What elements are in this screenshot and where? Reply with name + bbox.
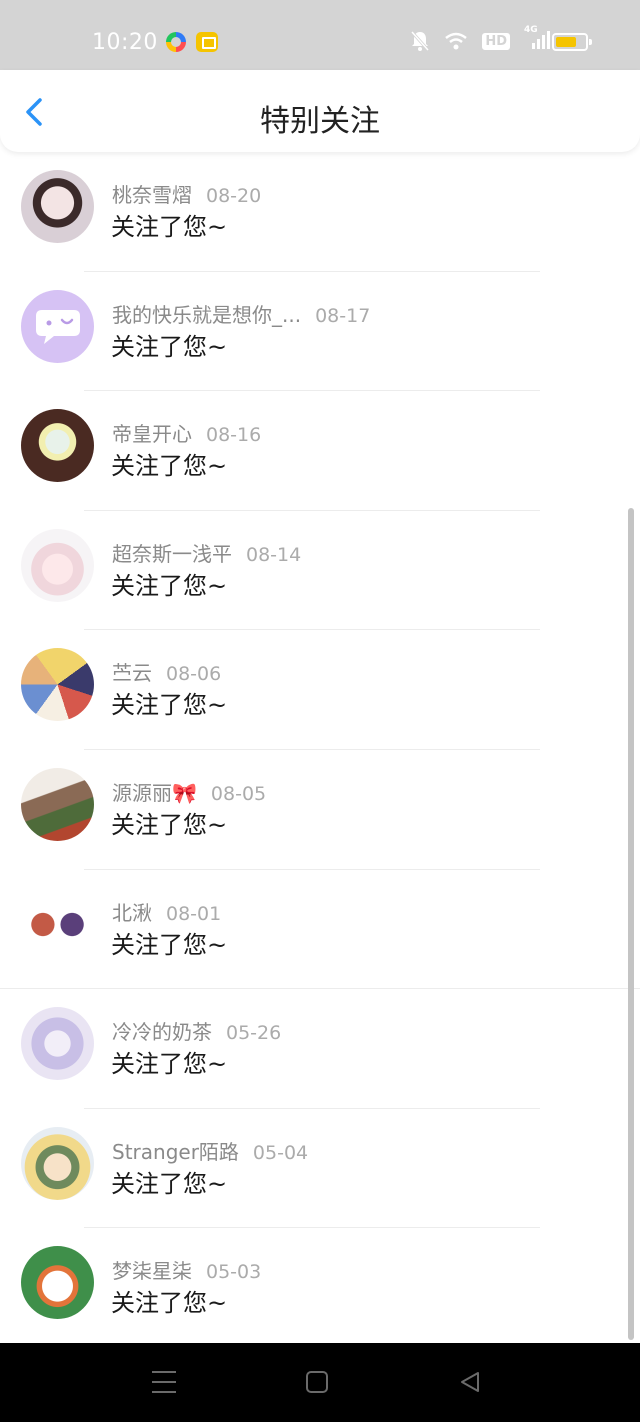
user-name[interactable]: 梦柒星柒 <box>112 1259 192 1283</box>
navigation-bar <box>0 1343 640 1422</box>
bell-muted-icon <box>410 30 430 52</box>
follow-date: 08-16 <box>206 424 262 447</box>
avatar[interactable] <box>21 648 94 722</box>
follow-message: 关注了您~ <box>111 1289 228 1318</box>
user-name[interactable]: Stranger陌路 <box>112 1140 239 1164</box>
follow-message: 关注了您~ <box>111 332 228 361</box>
list-item[interactable]: Stranger陌路 05-04 关注了您~ <box>0 1109 640 1229</box>
avatar[interactable] <box>21 170 94 243</box>
list-item[interactable]: 超奈斯一浅平 08-14 关注了您~ <box>0 511 640 631</box>
user-name[interactable]: 北湫 <box>112 901 152 925</box>
hd-badge: HD <box>482 32 510 50</box>
list-item[interactable]: 我的快乐就是想你_... 08-17 关注了您~ <box>0 272 640 392</box>
avatar[interactable] <box>21 409 94 483</box>
avatar[interactable] <box>21 887 94 961</box>
avatar[interactable] <box>21 528 94 602</box>
follow-message: 关注了您~ <box>111 930 228 959</box>
menu-icon[interactable] <box>152 1371 176 1393</box>
home-icon[interactable] <box>306 1371 328 1393</box>
follow-message: 关注了您~ <box>111 1169 228 1198</box>
back-triangle-icon[interactable] <box>458 1370 482 1394</box>
avatar[interactable] <box>21 1126 94 1200</box>
follow-date: 08-20 <box>206 185 262 207</box>
wifi-icon <box>444 32 468 50</box>
follow-date: 05-04 <box>252 1141 309 1164</box>
follow-date: 05-03 <box>206 1261 262 1284</box>
status-time: 10:20 <box>92 30 158 55</box>
follow-list: 桃奈雪熠 08-20 关注了您~ 我的快乐就是想你_... 08-17 关注了您~ … <box>0 152 640 1348</box>
avatar[interactable] <box>21 767 94 841</box>
user-name[interactable]: 我的快乐就是想你_... <box>112 303 301 327</box>
list-item[interactable]: 梦柒星柒 05-03 关注了您~ <box>0 1228 640 1348</box>
network-label: 4G <box>524 25 538 35</box>
yellow-app-icon <box>196 32 218 52</box>
follow-date: 08-01 <box>166 902 222 925</box>
status-bar: 10:20 HD 4G <box>0 0 640 70</box>
list-item[interactable]: 冷冷的奶茶 05-26 关注了您~ <box>0 989 640 1109</box>
follow-message: 关注了您~ <box>111 1050 228 1079</box>
avatar[interactable] <box>21 1246 94 1320</box>
user-name[interactable]: 源源丽🎀 <box>112 781 197 805</box>
follow-date: 08-17 <box>315 304 371 327</box>
list-item[interactable]: 苎云 08-06 关注了您~ <box>0 630 640 750</box>
list-item[interactable]: 帝皇开心 08-16 关注了您~ <box>0 391 640 511</box>
signal-icon: 4G <box>524 25 550 51</box>
user-name[interactable]: 超奈斯一浅平 <box>112 542 232 566</box>
page-title: 特别关注 <box>260 104 380 139</box>
user-name[interactable]: 帝皇开心 <box>112 422 192 446</box>
list-item[interactable]: 桃奈雪熠 08-20 关注了您~ <box>0 152 640 272</box>
follow-date: 05-26 <box>226 1022 282 1045</box>
follow-date: 08-14 <box>246 543 302 566</box>
avatar[interactable] <box>21 289 94 363</box>
avatar[interactable] <box>21 1007 94 1081</box>
user-name[interactable]: 桃奈雪熠 <box>112 183 192 207</box>
list-item[interactable]: 北湫 08-01 关注了您~ <box>0 870 640 990</box>
user-name[interactable]: 苎云 <box>112 661 152 685</box>
user-name[interactable]: 冷冷的奶茶 <box>112 1020 212 1044</box>
battery-icon <box>552 33 592 51</box>
scrollbar[interactable] <box>628 508 634 1340</box>
follow-message: 关注了您~ <box>111 452 228 481</box>
follow-message: 关注了您~ <box>111 571 228 600</box>
follow-message: 关注了您~ <box>111 691 228 720</box>
follow-message: 关注了您~ <box>111 213 228 241</box>
follow-date: 08-06 <box>166 663 222 686</box>
header: 特别关注 <box>0 70 640 152</box>
chat-bubble-icon <box>35 310 80 345</box>
follow-message: 关注了您~ <box>111 810 228 839</box>
follow-date: 08-05 <box>210 782 267 805</box>
list-item[interactable]: 源源丽🎀 08-05 关注了您~ <box>0 750 640 870</box>
colorful-app-icon <box>166 32 186 52</box>
